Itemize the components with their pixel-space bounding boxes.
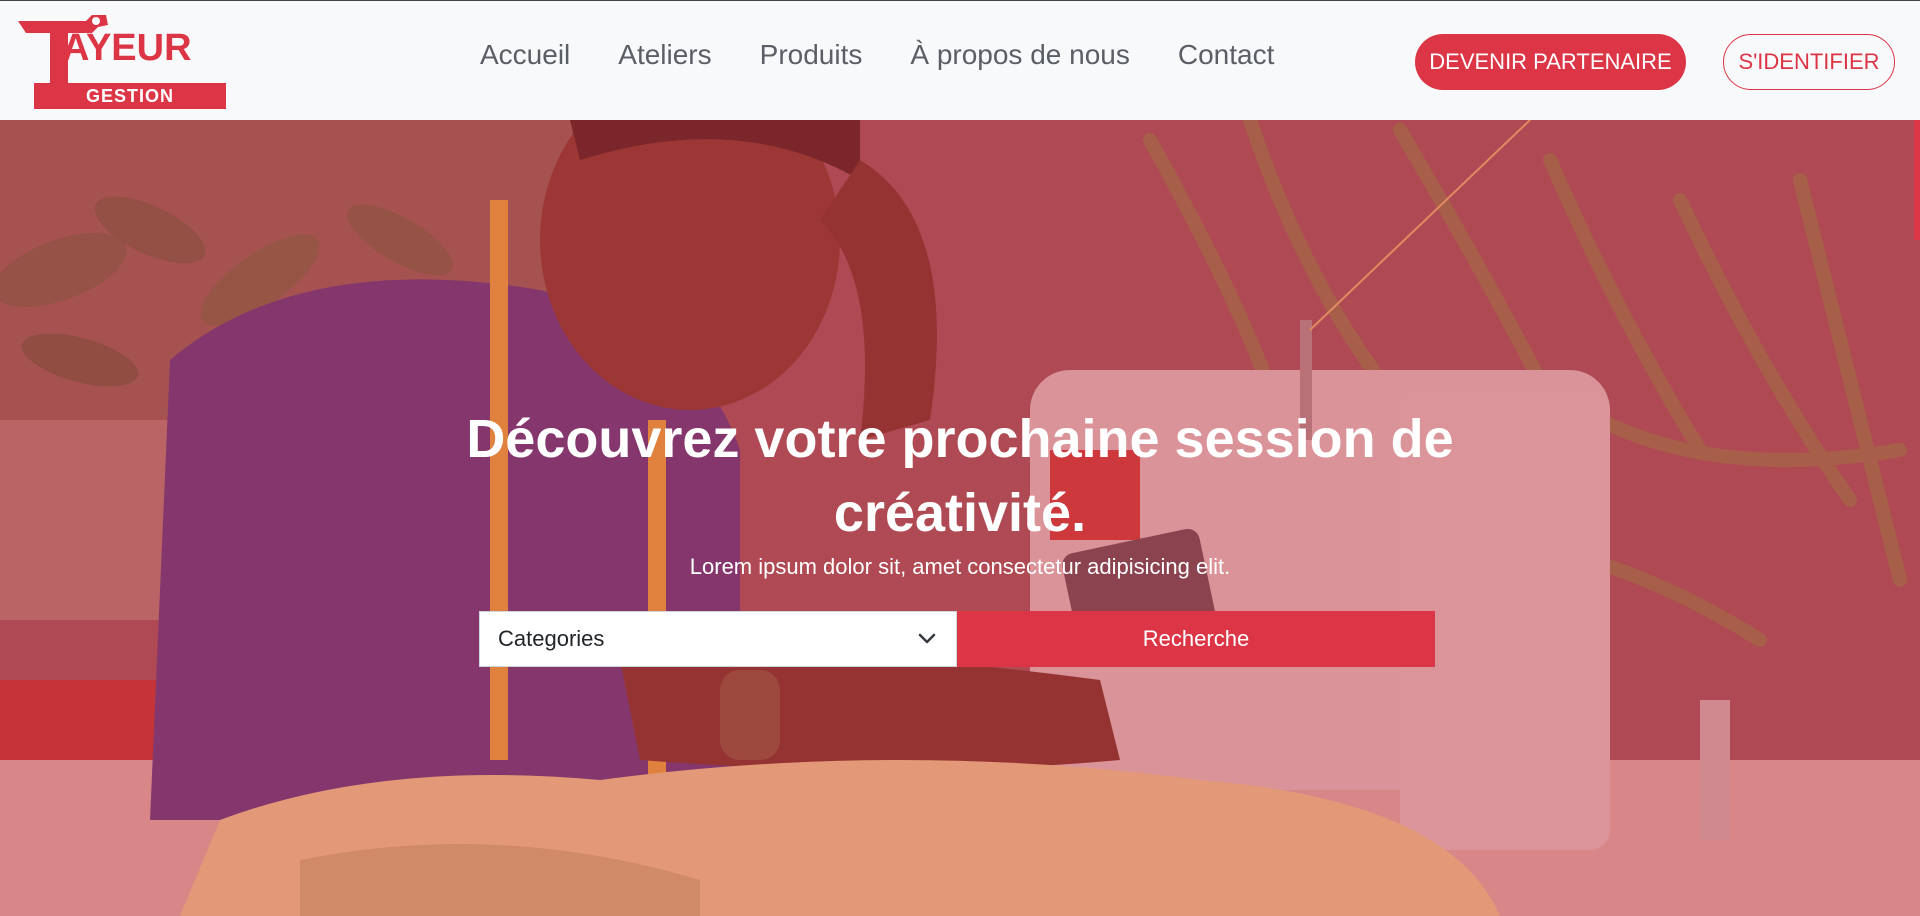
logo[interactable]: AYEUR GESTION <box>16 13 226 109</box>
search-bar: Categories Recherche <box>479 611 1435 667</box>
nav-link-contact[interactable]: Contact <box>1178 39 1275 71</box>
category-select[interactable]: Categories <box>479 611 957 667</box>
logo-wordmark: AYEUR <box>62 27 192 69</box>
page: AYEUR GESTION Accueil Ateliers Produits … <box>0 0 1920 916</box>
nav-link-a-propos[interactable]: À propos de nous <box>910 39 1130 71</box>
chevron-down-icon <box>918 633 936 644</box>
hero-subtitle: Lorem ipsum dolor sit, amet consectetur … <box>689 554 1231 579</box>
become-partner-button[interactable]: DEVENIR PARTENAIRE <box>1415 34 1686 90</box>
nav-link-produits[interactable]: Produits <box>760 39 863 71</box>
nav-link-accueil[interactable]: Accueil <box>480 39 570 71</box>
search-button[interactable]: Recherche <box>957 611 1435 667</box>
scrollbar-thumb[interactable] <box>1914 120 1920 240</box>
nav-link-ateliers[interactable]: Ateliers <box>618 39 711 71</box>
main-nav: Accueil Ateliers Produits À propos de no… <box>480 39 1322 71</box>
category-select-value: Categories <box>498 626 605 651</box>
hero-content: Découvrez votre prochaine session de cré… <box>0 120 1920 916</box>
login-button[interactable]: S'IDENTIFIER <box>1723 34 1895 90</box>
hero-title: Découvrez votre prochaine session de cré… <box>466 409 1454 543</box>
logo-subtitle: GESTION <box>34 83 226 109</box>
hero-section: Découvrez votre prochaine session de cré… <box>0 120 1920 916</box>
navbar: AYEUR GESTION Accueil Ateliers Produits … <box>0 0 1920 120</box>
